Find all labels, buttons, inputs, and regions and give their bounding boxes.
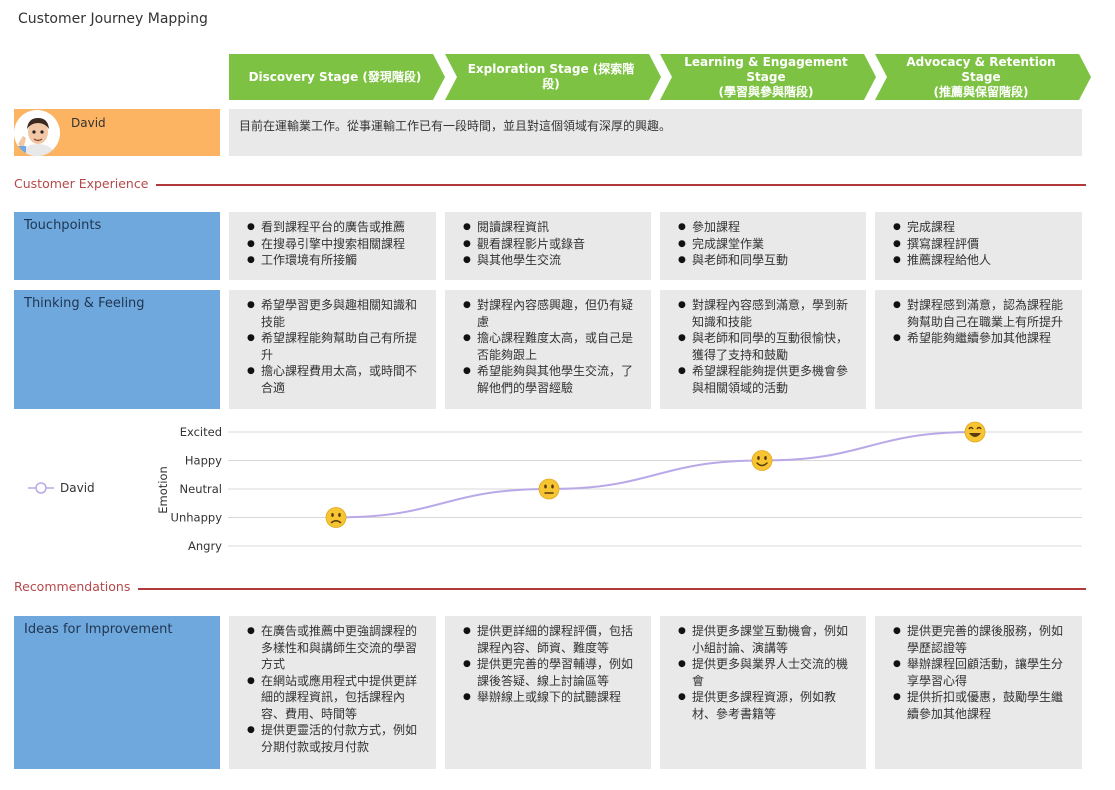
list-item: 提供更完善的課後服務，例如學歷認證等 (885, 623, 1074, 656)
section-recommendations: Recommendations (14, 579, 139, 594)
list-item: 在搜尋引擎中搜索相關課程 (239, 236, 428, 253)
persona-description: 目前在運輸業工作。從事運輸工作已有一段時間，並且對這個領域有深厚的興趣。 (229, 109, 1082, 156)
list-item: 與老師和同學的互動很愉快，獲得了支持和鼓勵 (670, 330, 858, 363)
section-divider (148, 184, 1086, 186)
list-item: 舉辦課程回顧活動，讓學生分享學習心得 (885, 656, 1074, 689)
list-item: 完成課堂作業 (670, 236, 858, 253)
touchpoints-cell: 閱讀課程資訊觀看課程影片或錄音與其他學生交流 (445, 212, 651, 280)
y-tick-label: Happy (185, 454, 222, 468)
ideas-cell: 提供更多課堂互動機會，例如小組討論、演講等提供更多與業界人士交流的機會提供更多課… (660, 616, 866, 769)
emotion-point-neutral-icon (538, 478, 560, 500)
y-axis-label: Emotion (156, 466, 170, 514)
stage-title: Discovery Stage (發現階段) (248, 69, 422, 84)
list-item: 工作環境有所接觸 (239, 252, 428, 269)
stage-title: Exploration Stage (探索階段) (467, 62, 635, 91)
y-tick-label: Unhappy (171, 511, 223, 525)
section-divider (134, 588, 1086, 590)
list-item: 提供更完善的學習輔導，例如課後答疑、線上討論區等 (455, 656, 643, 689)
list-item: 對課程感到滿意，認為課程能夠幫助自己在職業上有所提升 (885, 297, 1074, 330)
avatar (14, 110, 60, 156)
stage-learning: Learning & Engagement Stage (學習與參與階段) (660, 54, 876, 100)
list-item: 提供更靈活的付款方式，例如分期付款或按月付款 (239, 722, 428, 755)
list-item: 對課程內容感興趣，但仍有疑慮 (455, 297, 643, 330)
stage-subtitle: (學習與參與階段) (718, 84, 814, 99)
list-item: 提供更多課堂互動機會，例如小組討論、演講等 (670, 623, 858, 656)
list-item: 提供更多與業界人士交流的機會 (670, 656, 858, 689)
persona-box: David (14, 109, 220, 156)
list-item: 看到課程平台的廣告或推薦 (239, 219, 428, 236)
emotion-chart: Angry Unhappy Neutral Happy Excited Emotion (156, 421, 1082, 553)
list-item: 參加課程 (670, 219, 858, 236)
list-item: 在廣告或推薦中更強調課程的多樣性和與講師生交流的學習方式 (239, 623, 428, 673)
list-item: 舉辦線上或線下的試聽課程 (455, 689, 643, 706)
row-label-ideas: Ideas for Improvement (14, 616, 220, 769)
list-item: 希望課程能夠幫助自己有所提升 (239, 330, 428, 363)
section-customer-experience: Customer Experience (14, 176, 157, 191)
list-item: 完成課程 (885, 219, 1074, 236)
page-title: Customer Journey Mapping (18, 11, 208, 27)
thinking-cell: 對課程內容感興趣，但仍有疑慮擔心課程難度太高，或自己是否能夠跟上希望能夠與其他學… (445, 290, 651, 409)
list-item: 觀看課程影片或錄音 (455, 236, 643, 253)
y-tick-label: Angry (188, 539, 222, 553)
y-tick-label: Excited (180, 425, 222, 439)
list-item: 擔心課程費用太高，或時間不合適 (239, 363, 428, 396)
ideas-cell: 在廣告或推薦中更強調課程的多樣性和與講師生交流的學習方式在網站或應用程式中提供更… (229, 616, 436, 769)
stage-advocacy: Advocacy & Retention Stage (推薦與保留階段) (875, 54, 1091, 100)
persona-name: David (71, 116, 106, 130)
series-line (335, 431, 976, 519)
list-item: 與其他學生交流 (455, 252, 643, 269)
list-item: 推薦課程給他人 (885, 252, 1074, 269)
ideas-cell: 提供更完善的課後服務，例如學歷認證等舉辦課程回顧活動，讓學生分享學習心得提供折扣… (875, 616, 1082, 769)
list-item: 撰寫課程評價 (885, 236, 1074, 253)
list-item: 希望能夠繼續參加其他課程 (885, 330, 1074, 347)
thinking-cell: 對課程內容感到滿意，學到新知識和技能與老師和同學的互動很愉快，獲得了支持和鼓勵希… (660, 290, 866, 409)
emotion-point-grin-icon (964, 421, 986, 443)
list-item: 與老師和同學互動 (670, 252, 858, 269)
list-item: 提供更詳細的課程評價，包括課程內容、師資、難度等 (455, 623, 643, 656)
stage-title: Advocacy & Retention Stage (906, 54, 1056, 84)
list-item: 希望學習更多與趣相關知識和技能 (239, 297, 428, 330)
touchpoints-cell: 完成課程撰寫課程評價推薦課程給他人 (875, 212, 1082, 280)
stage-title: Learning & Engagement Stage (684, 54, 848, 84)
list-item: 提供折扣或優惠，鼓勵學生繼續參加其他課程 (885, 689, 1074, 722)
row-label-thinking: Thinking & Feeling (14, 290, 220, 409)
y-tick-label: Neutral (180, 482, 222, 496)
list-item: 在網站或應用程式中提供更詳細的課程資訊，包括課程內容、費用、時間等 (239, 673, 428, 723)
emotion-point-smile-icon (751, 450, 773, 471)
list-item: 閱讀課程資訊 (455, 219, 643, 236)
thinking-cell: 希望學習更多與趣相關知識和技能希望課程能夠幫助自己有所提升擔心課程費用太高，或時… (229, 290, 436, 409)
row-label-touchpoints: Touchpoints (14, 212, 220, 280)
touchpoints-cell: 看到課程平台的廣告或推薦在搜尋引擎中搜索相關課程工作環境有所接觸 (229, 212, 436, 280)
list-item: 提供更多課程資源，例如教材、參考書籍等 (670, 689, 858, 722)
touchpoints-cell: 參加課程完成課堂作業與老師和同學互動 (660, 212, 866, 280)
emotion-point-sad-icon (325, 507, 347, 528)
stage-exploration: Exploration Stage (探索階段) (445, 54, 661, 100)
list-item: 希望課程能夠提供更多機會參與相關領域的活動 (670, 363, 858, 396)
list-item: 擔心課程難度太高，或自己是否能夠跟上 (455, 330, 643, 363)
stage-subtitle: (推薦與保留階段) (933, 84, 1029, 99)
thinking-cell: 對課程感到滿意，認為課程能夠幫助自己在職業上有所提升希望能夠繼續參加其他課程 (875, 290, 1082, 409)
list-item: 對課程內容感到滿意，學到新知識和技能 (670, 297, 858, 330)
stage-discovery: Discovery Stage (發現階段) (229, 54, 445, 100)
ideas-cell: 提供更詳細的課程評價，包括課程內容、師資、難度等提供更完善的學習輔導，例如課後答… (445, 616, 651, 769)
list-item: 希望能夠與其他學生交流，了解他們的學習經驗 (455, 363, 643, 396)
avatar-icon (14, 110, 60, 156)
